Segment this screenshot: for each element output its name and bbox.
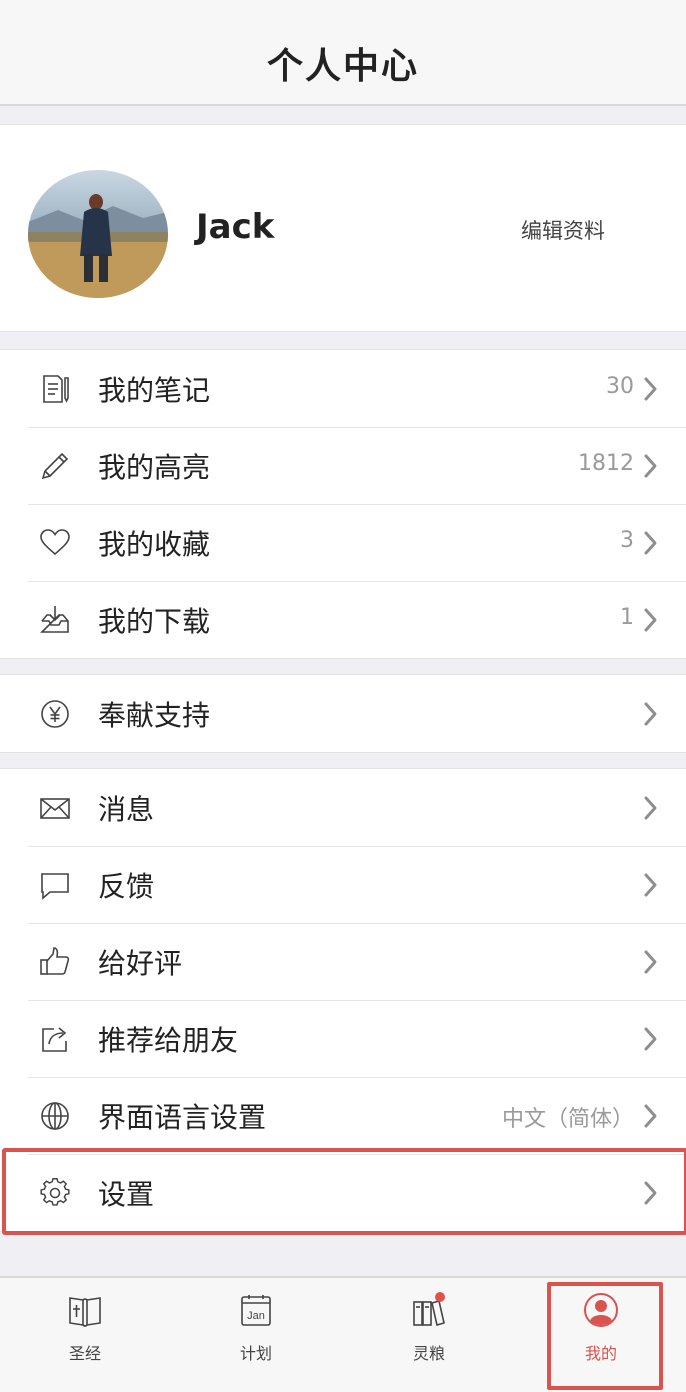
- tab-bar: 圣经 Jan 计划 灵粮 我的: [0, 1276, 686, 1392]
- menu-group-my-content: 我的笔记 30 我的高亮 1812 我的收藏 3 我的下载 1: [0, 349, 686, 659]
- menu-item-share[interactable]: 推荐给朋友: [0, 1000, 686, 1077]
- notes-count: 30: [606, 374, 634, 399]
- tab-devotion[interactable]: 灵粮: [369, 1278, 489, 1392]
- tab-bible[interactable]: 圣经: [25, 1278, 145, 1392]
- chevron-right-icon: [643, 452, 659, 480]
- chevron-right-icon: [643, 948, 659, 976]
- menu-item-label: 界面语言设置: [98, 1101, 267, 1134]
- chevron-right-icon: [643, 375, 659, 403]
- menu-item-label: 反馈: [98, 870, 155, 903]
- tab-label: 圣经: [68, 1344, 101, 1363]
- language-value: 中文（简体）: [501, 1107, 634, 1132]
- menu-item-notes[interactable]: 我的笔记 30: [0, 350, 686, 427]
- menu-item-label: 奉献支持: [98, 699, 211, 732]
- tab-label: 计划: [239, 1344, 272, 1363]
- svg-text:Jan: Jan: [247, 1310, 265, 1322]
- chevron-right-icon: [643, 700, 659, 728]
- thumbs-up-icon: [38, 945, 72, 979]
- bible-icon: [67, 1292, 103, 1328]
- menu-group-support: 奉献支持: [0, 674, 686, 753]
- tab-label: 灵粮: [412, 1344, 445, 1363]
- share-icon: [38, 1022, 72, 1056]
- menu-item-highlights[interactable]: 我的高亮 1812: [0, 427, 686, 504]
- tab-plan[interactable]: Jan 计划: [196, 1278, 316, 1392]
- menu-item-rate[interactable]: 给好评: [0, 923, 686, 1000]
- chevron-right-icon: [643, 1025, 659, 1053]
- menu-item-donate[interactable]: 奉献支持: [0, 675, 686, 752]
- user-name: Jack: [196, 207, 275, 247]
- menu-item-label: 我的下载: [98, 605, 211, 638]
- menu-item-label: 设置: [98, 1178, 155, 1211]
- menu-item-label: 推荐给朋友: [98, 1024, 239, 1057]
- heart-icon: [38, 526, 72, 560]
- gear-icon: [38, 1176, 72, 1210]
- chevron-right-icon: [643, 794, 659, 822]
- globe-icon: [38, 1099, 72, 1133]
- downloads-count: 1: [620, 605, 634, 630]
- menu-item-settings[interactable]: 设置: [0, 1154, 686, 1231]
- person-icon: [583, 1292, 619, 1328]
- menu-item-messages[interactable]: 消息: [0, 769, 686, 846]
- chat-bubble-icon: [38, 868, 72, 902]
- chevron-right-icon: [643, 1179, 659, 1207]
- edit-profile-link[interactable]: 编辑资料: [521, 215, 605, 245]
- note-icon: [38, 372, 72, 406]
- avatar[interactable]: [28, 170, 168, 298]
- favorites-count: 3: [620, 528, 634, 553]
- menu-item-label: 我的高亮: [98, 451, 211, 484]
- highlights-count: 1812: [578, 451, 634, 476]
- menu-item-downloads[interactable]: 我的下载 1: [0, 581, 686, 658]
- chevron-right-icon: [643, 606, 659, 634]
- pencil-icon: [38, 449, 72, 483]
- yen-icon: [38, 697, 72, 731]
- books-icon: [411, 1292, 447, 1328]
- menu-item-feedback[interactable]: 反馈: [0, 846, 686, 923]
- download-tray-icon: [38, 603, 72, 637]
- menu-item-label: 我的笔记: [98, 374, 211, 407]
- menu-item-language[interactable]: 界面语言设置 中文（简体）: [0, 1077, 686, 1154]
- tab-label: 我的: [584, 1344, 617, 1363]
- calendar-icon: Jan: [238, 1292, 274, 1328]
- chevron-right-icon: [643, 871, 659, 899]
- menu-item-label: 消息: [98, 793, 155, 826]
- tab-mine[interactable]: 我的: [541, 1278, 661, 1392]
- menu-item-label: 给好评: [98, 947, 183, 980]
- profile-card[interactable]: Jack 编辑资料: [0, 124, 686, 332]
- menu-item-label: 我的收藏: [98, 528, 211, 561]
- chevron-right-icon: [643, 1102, 659, 1130]
- mail-icon: [38, 791, 72, 825]
- chevron-right-icon: [643, 529, 659, 557]
- page-title: 个人中心: [266, 46, 419, 87]
- nav-bar: 个人中心: [0, 0, 686, 106]
- menu-group-general: 消息 反馈 给好评 推荐给朋友 界面语言设置 中文（简体） 设置: [0, 768, 686, 1232]
- menu-item-favorites[interactable]: 我的收藏 3: [0, 504, 686, 581]
